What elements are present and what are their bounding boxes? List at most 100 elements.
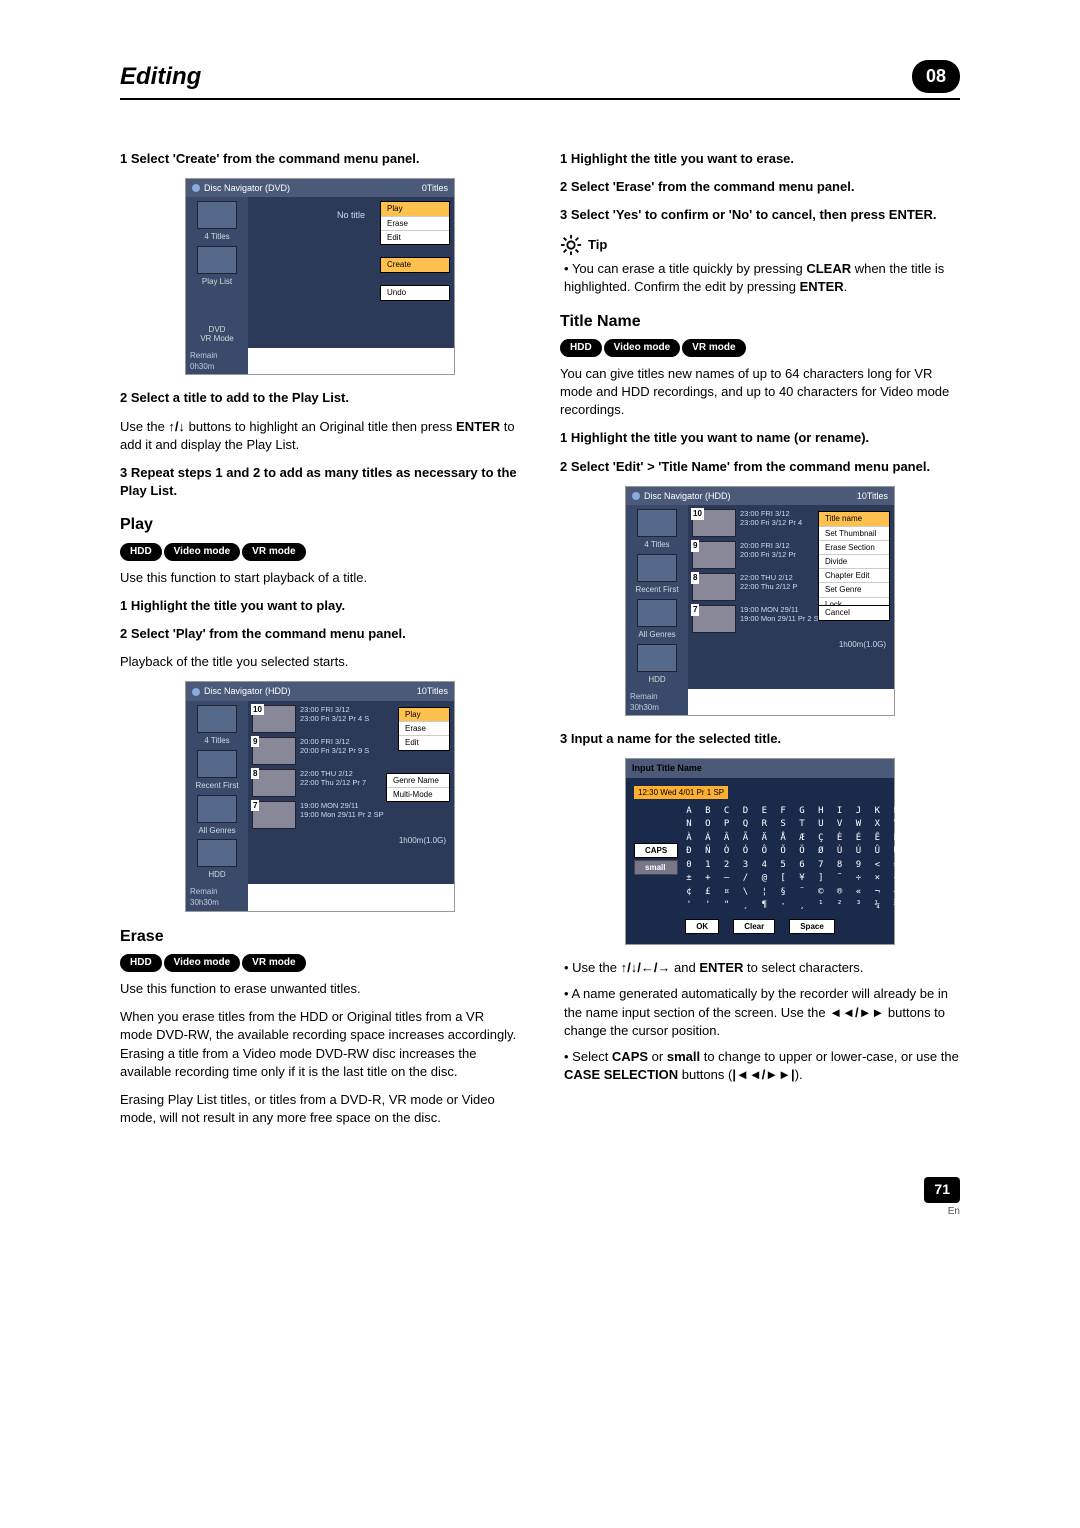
fig1-menu-create: Create (380, 257, 450, 272)
play-step2-body: Playback of the title you selected start… (120, 653, 520, 671)
enter-label: ENTER (456, 419, 500, 434)
menu-item-create: Create (381, 258, 449, 271)
header-rule (120, 98, 960, 100)
erase-intro: Use this function to erase unwanted titl… (120, 980, 520, 998)
titlename-step3: 3 Input a name for the selected title. (560, 730, 960, 748)
figure-disc-navigator-hdd-edit: Disc Navigator (HDD) 10Titles 4 Titles R… (625, 486, 895, 716)
menu-item-multi-mode: Multi-Mode (387, 788, 449, 801)
l: 4 Titles (644, 541, 669, 550)
play-badges: HDDVideo modeVR mode (120, 541, 520, 561)
fig3-title: Disc Navigator (HDD) (644, 491, 731, 501)
badge-hdd: HDD (120, 543, 162, 561)
t: to change to upper or lower-case, or use… (700, 1049, 959, 1064)
menu-item-cancel: Cancel (819, 606, 889, 619)
fig2-main: 1023:00 FRI 3/1223:00 Fri 3/12 Pr 4 S 92… (248, 701, 454, 884)
fig1-sidebar: 4 Titles Play List DVD VR Mode (186, 197, 248, 348)
section-erase: Erase (120, 926, 520, 948)
clear-button: Clear (733, 919, 775, 934)
led-icon (192, 184, 200, 192)
fig2-title: Disc Navigator (HDD) (204, 686, 291, 696)
figure-input-title-name: Input Title Name 12:30 Wed 4/01 Pr 1 SP … (625, 758, 895, 945)
page-number: 71 (924, 1177, 960, 1203)
n: 7 (691, 604, 699, 615)
r: ' ' " ¸ ¶ · ¸ ¹ ² ³ ¼ ½ ¾ ¿ ´ (686, 900, 959, 910)
badge-hdd: HDD (560, 339, 602, 357)
play-step1: 1 Highlight the title you want to play. (120, 597, 520, 615)
sidebar-tile (197, 795, 237, 823)
n: 10 (691, 508, 704, 519)
t: Use the (572, 960, 620, 975)
sidebar-label-playlist: Play List (202, 278, 232, 287)
bullet-caps-small: Select CAPS or small to change to upper … (564, 1048, 960, 1084)
enter-label: ENTER (699, 960, 743, 975)
page-header: Editing 08 (120, 60, 960, 94)
t: buttons to highlight an Original title t… (185, 419, 456, 434)
section-title-name: Title Name (560, 311, 960, 333)
titlename-step1: 1 Highlight the title you want to name (… (560, 429, 960, 447)
fig2-sidebar: 4 Titles Recent First All Genres HDD (186, 701, 248, 884)
play-intro: Use this function to start playback of a… (120, 569, 520, 587)
menu-item-title-name: Title name (819, 512, 889, 526)
erase-badges: HDDVideo modeVR mode (120, 952, 520, 972)
tip-header: Tip (560, 234, 960, 256)
sidebar-tile (637, 554, 677, 582)
l: Recent First (635, 586, 678, 595)
menu-item-play: Play (381, 202, 449, 216)
ok-button: OK (685, 919, 719, 934)
menu-item-erase-section: Erase Section (819, 541, 889, 555)
r: À Á Â Ã Ä Å Æ Ç È É Ê Ë Ì Í Î Ï # (686, 833, 997, 843)
tip-body: You can erase a title quickly by pressin… (564, 260, 960, 296)
r: A B C D E F G H I J K L M . , ? ! (686, 806, 997, 816)
section-play: Play (120, 514, 520, 536)
sidebar-tile (637, 644, 677, 672)
erase-p1: When you erase titles from the HDD or Or… (120, 1008, 520, 1081)
t: 19:00 Mon 29/11 Pr 2 SP (300, 810, 450, 819)
play-step2: 2 Select 'Play' from the command menu pa… (120, 625, 520, 643)
l: HDD (648, 676, 665, 685)
space-button: Space (789, 919, 835, 934)
badge-vr: VR mode (682, 339, 745, 357)
badge-video: Video mode (604, 339, 681, 357)
t: Select (572, 1049, 612, 1064)
figure-disc-navigator-hdd-play: Disc Navigator (HDD) 10Titles 4 Titles R… (185, 681, 455, 911)
led-icon (632, 492, 640, 500)
chapter-title: Editing (120, 60, 201, 94)
page-lang: En (120, 1205, 960, 1219)
fig3-cancel: Cancel (818, 605, 890, 620)
fig1-title: Disc Navigator (DVD) (204, 183, 290, 193)
sidebar-tile-playlist (197, 246, 237, 274)
arrow-cross-icon: ↑/↓/←/→ (621, 960, 671, 975)
menu-item-erase: Erase (381, 217, 449, 231)
r: Ð Ñ Ò Ó Ô Õ Ö Ø Ù Ú Û Ü Ý Þ ß $ % (686, 846, 997, 856)
r: ¢ £ ¤ \ ¦ § ¨ © ® « ¬ – ® ¯ ° (686, 887, 959, 897)
l: HDD (208, 871, 225, 880)
t: buttons ( (678, 1067, 732, 1082)
sidebar-label-mode: DVD VR Mode (200, 326, 233, 344)
fig2-count: 10Titles (417, 685, 448, 698)
n: 9 (691, 540, 699, 551)
fig3-submenu: Title name Set Thumbnail Erase Section D… (818, 511, 890, 611)
t: to select characters. (743, 960, 863, 975)
left-column: 1 Select 'Create' from the command menu … (120, 140, 520, 1138)
table-row: 719:00 MON 29/1119:00 Mon 29/11 Pr 2 SP (252, 801, 450, 829)
sidebar-tile (197, 705, 237, 733)
caps-button: CAPS (634, 843, 678, 858)
menu-item-divide: Divide (819, 555, 889, 569)
skip-buttons-icon: |◄◄/►►| (732, 1067, 794, 1082)
badge-vr: VR mode (242, 543, 305, 561)
menu-item-set-thumbnail: Set Thumbnail (819, 527, 889, 541)
n: 7 (251, 800, 259, 811)
r: 0 1 2 3 4 5 6 7 8 9 < = > * ` & ^ (686, 860, 997, 870)
chapter-number-badge: 08 (912, 60, 960, 93)
menu-item-edit: Edit (381, 231, 449, 244)
arrow-up-down-icon: ↑/↓ (168, 419, 185, 434)
erase-step1: 1 Highlight the title you want to erase. (560, 150, 960, 168)
fig1-menu-undo: Undo (380, 285, 450, 300)
keyboard-grid: A B C D E F G H I J K L M . , ? ! N O P … (686, 805, 997, 913)
fig1-main: No title Play Erase Edit Create Undo (248, 197, 454, 348)
l: Recent First (195, 782, 238, 791)
sidebar-tile (197, 750, 237, 778)
step-create: 1 Select 'Create' from the command menu … (120, 150, 520, 168)
step-select-title-body: Use the ↑/↓ buttons to highlight an Orig… (120, 418, 520, 454)
bullet-use-arrows: Use the ↑/↓/←/→ and ENTER to select char… (564, 959, 960, 977)
